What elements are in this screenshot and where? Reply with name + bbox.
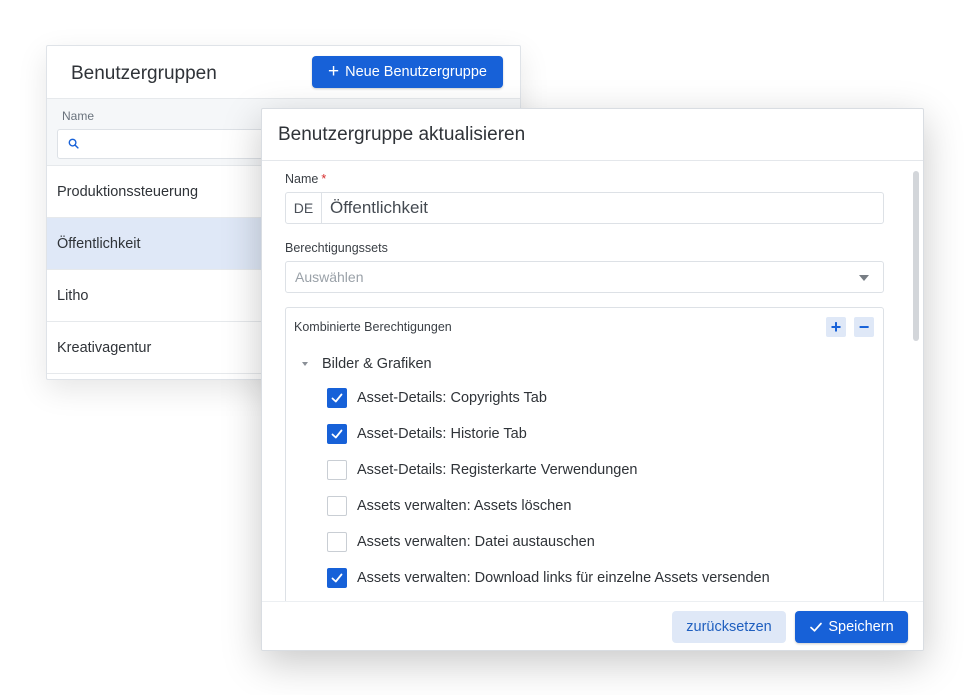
combined-permissions-box: Kombinierte Berechtigungen + − Bilder & … — [285, 307, 884, 601]
name-label-text: Name — [285, 172, 319, 186]
user-group-label: Öffentlichkeit — [57, 235, 141, 252]
permission-label: Assets verwalten: Datei austauschen — [357, 534, 595, 550]
permission-group-label: Bilder & Grafiken — [322, 356, 432, 372]
collapse-all-button[interactable]: − — [854, 317, 874, 337]
check-icon — [331, 573, 343, 583]
combined-permissions-label: Kombinierte Berechtigungen — [294, 320, 452, 334]
user-group-label: Produktionssteuerung — [57, 183, 199, 200]
permission-row[interactable]: Asset-Details: Copyrights Tab — [327, 388, 547, 408]
name-field-label: Name * — [285, 172, 326, 186]
check-icon — [331, 429, 343, 439]
plus-icon: + — [328, 60, 340, 82]
permission-checkbox[interactable] — [327, 424, 347, 444]
new-user-group-button[interactable]: + Neue Benutzergruppe — [312, 56, 503, 88]
permission-checkbox[interactable] — [327, 496, 347, 516]
name-column-label: Name — [62, 109, 95, 123]
minus-icon: − — [858, 317, 870, 337]
permission-sets-select[interactable]: Auswählen — [285, 261, 884, 293]
permission-label: Assets verwalten: Download links für ein… — [357, 570, 770, 586]
user-group-label: Kreativagentur — [57, 339, 152, 356]
permission-row[interactable]: Assets verwalten: Datei austauschen — [327, 532, 595, 552]
permission-row[interactable]: Asset-Details: Registerkarte Verwendunge… — [327, 460, 637, 480]
name-field-value: Öffentlichkeit — [330, 198, 428, 217]
permission-label: Assets verwalten: Assets löschen — [357, 498, 572, 514]
permission-label: Asset-Details: Historie Tab — [357, 426, 527, 442]
reset-button[interactable]: zurücksetzen — [672, 611, 786, 643]
permission-row[interactable]: Assets verwalten: Download links für ein… — [327, 568, 770, 588]
permission-sets-label: Berechtigungssets — [285, 241, 388, 255]
permission-label: Asset-Details: Copyrights Tab — [357, 390, 547, 406]
permission-row[interactable]: Assets verwalten: Assets löschen — [327, 496, 571, 516]
dialog-scrollbar[interactable] — [913, 171, 919, 341]
name-field[interactable]: DE Öffentlichkeit — [285, 192, 884, 224]
check-icon — [810, 622, 823, 632]
permission-checkbox[interactable] — [327, 388, 347, 408]
new-user-group-label: Neue Benutzergruppe — [345, 64, 487, 80]
dialog-body: Name * DE Öffentlichkeit Berechtigungsset… — [262, 161, 923, 601]
caret-down-icon — [859, 275, 869, 281]
plus-icon: + — [830, 317, 842, 337]
update-user-group-dialog: Benutzergruppe aktualisieren Name * DE Öf… — [261, 108, 924, 651]
save-button[interactable]: Speichern — [795, 611, 908, 643]
permission-label: Asset-Details: Registerkarte Verwendunge… — [357, 462, 638, 478]
permission-sets-placeholder: Auswählen — [295, 269, 364, 285]
chevron-down-icon — [302, 362, 308, 366]
user-groups-title: Benutzergruppen — [71, 63, 217, 84]
permission-row[interactable]: Asset-Details: Historie Tab — [327, 424, 527, 444]
save-label: Speichern — [828, 619, 894, 635]
dialog-title: Benutzergruppe aktualisieren — [278, 124, 526, 145]
user-group-label: Litho — [57, 287, 89, 304]
permission-checkbox[interactable] — [327, 460, 347, 480]
dialog-footer: zurücksetzen Speichern — [262, 601, 923, 650]
required-marker: * — [321, 172, 327, 186]
search-icon — [68, 138, 79, 149]
check-icon — [331, 393, 343, 403]
user-groups-header: Benutzergruppen + Neue Benutzergruppe — [47, 46, 520, 99]
permission-checkbox[interactable] — [327, 532, 347, 552]
permission-checkbox[interactable] — [327, 568, 347, 588]
expand-all-button[interactable]: + — [826, 317, 846, 337]
dialog-header: Benutzergruppe aktualisieren — [262, 109, 923, 161]
permission-group-toggle[interactable]: Bilder & Grafiken — [302, 356, 432, 372]
language-badge: DE — [286, 193, 322, 223]
